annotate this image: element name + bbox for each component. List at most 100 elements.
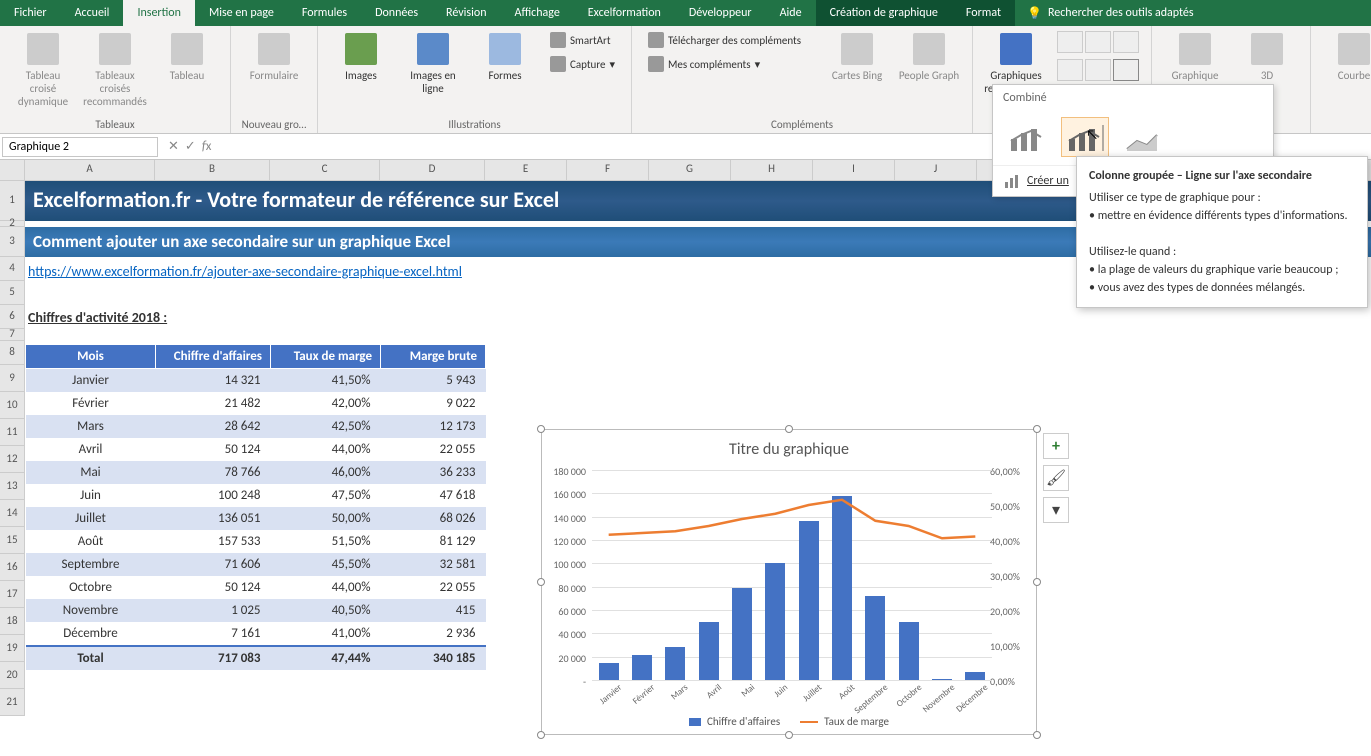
images-button[interactable]: Images: [326, 29, 396, 86]
chart-type-column-icon[interactable]: [1057, 31, 1083, 53]
chart-type-stat-icon[interactable]: [1085, 59, 1111, 81]
smartart-button[interactable]: SmartArt: [546, 29, 619, 51]
sparkline-line-button[interactable]: Courbe: [1319, 29, 1371, 86]
chart-type-hier-icon[interactable]: [1057, 59, 1083, 81]
row-header-10[interactable]: 10: [0, 392, 25, 419]
cancel-formula-icon[interactable]: ✕: [168, 139, 179, 154]
line-series[interactable]: [609, 500, 976, 539]
col-header-G[interactable]: G: [649, 160, 731, 181]
combo-tooltip: Colonne groupée – Ligne sur l'axe second…: [1076, 156, 1368, 308]
table-row: Juillet136 05150,00%68 026: [26, 507, 486, 530]
row-header-3[interactable]: 3: [0, 227, 25, 257]
col-header-D[interactable]: D: [380, 160, 485, 181]
tab-format[interactable]: Format: [952, 0, 1015, 26]
row-header-7[interactable]: 7: [0, 329, 25, 341]
chart-type-combo-icon[interactable]: [1113, 59, 1139, 81]
table-row: Novembre1 02540,50%415: [26, 599, 486, 622]
select-all-corner[interactable]: [0, 160, 25, 181]
combo-option-3[interactable]: [1119, 117, 1167, 157]
row-header-5[interactable]: 5: [0, 281, 25, 305]
images-online-button[interactable]: Images en ligne: [398, 29, 468, 99]
paintbrush-icon: 🖌: [1046, 468, 1066, 488]
table-row: Avril50 12444,00%22 055: [26, 438, 486, 461]
embedded-chart[interactable]: Titre du graphique 180 000160 000140 000…: [541, 429, 1037, 735]
row-header-9[interactable]: 9: [0, 365, 25, 392]
tab-accueil[interactable]: Accueil: [61, 0, 124, 26]
row-header-19[interactable]: 19: [0, 635, 25, 662]
chart-type-line-icon[interactable]: [1085, 31, 1111, 53]
tab-revision[interactable]: Révision: [432, 0, 500, 26]
fx-icon[interactable]: fx: [202, 139, 212, 154]
table-row: Mai78 76646,00%36 233: [26, 461, 486, 484]
table-button[interactable]: Tableau: [152, 29, 222, 86]
form-button[interactable]: Formulaire: [239, 29, 309, 86]
row-header-13[interactable]: 13: [0, 473, 25, 500]
plot-area[interactable]: [592, 470, 992, 680]
primary-y-axis: 180 000160 000140 000120 000100 00080 00…: [542, 470, 590, 680]
capture-button[interactable]: Capture ▾: [546, 53, 619, 75]
row-header-17[interactable]: 17: [0, 581, 25, 608]
bing-maps-button[interactable]: Cartes Bing: [822, 29, 892, 86]
tab-insertion[interactable]: Insertion: [123, 0, 195, 26]
row-header-12[interactable]: 12: [0, 446, 25, 473]
tab-creation-graphique[interactable]: Création de graphique: [816, 0, 952, 26]
row-header-14[interactable]: 14: [0, 500, 25, 527]
tell-me-search[interactable]: 💡 Rechercher des outils adaptés: [1015, 0, 1206, 26]
my-addins-button[interactable]: Mes compléments ▾: [644, 53, 816, 75]
row-header-11[interactable]: 11: [0, 419, 25, 446]
col-header-B[interactable]: B: [155, 160, 270, 181]
3d-map-button[interactable]: 3D: [1232, 29, 1302, 86]
table-header: Taux de marge: [271, 345, 381, 369]
row-header-21[interactable]: 21: [0, 689, 25, 716]
row-header-8[interactable]: 8: [0, 341, 25, 365]
col-header-I[interactable]: I: [813, 160, 895, 181]
name-box[interactable]: [2, 137, 158, 157]
tab-affichage[interactable]: Affichage: [501, 0, 574, 26]
group-tables-label: Tableaux: [8, 118, 222, 133]
tab-fichier[interactable]: Fichier: [0, 0, 61, 26]
tab-developpeur[interactable]: Développeur: [675, 0, 766, 26]
shapes-button[interactable]: Formes: [470, 29, 540, 86]
chart-elements-button[interactable]: +: [1043, 433, 1069, 459]
tutorial-link[interactable]: https://www.excelformation.fr/ajouter-ax…: [28, 263, 462, 280]
row-header-16[interactable]: 16: [0, 554, 25, 581]
recommended-pivot-button[interactable]: Tableaux croisés recommandés: [80, 29, 150, 113]
chart-filters-button[interactable]: ▾: [1043, 497, 1069, 523]
group-addins-label: Compléments: [640, 118, 964, 133]
chart-type-map-icon[interactable]: [1113, 31, 1139, 53]
chart-styles-button[interactable]: 🖌: [1043, 465, 1069, 491]
accept-formula-icon[interactable]: ✓: [185, 139, 196, 154]
people-graph-button[interactable]: People Graph: [894, 29, 964, 86]
tab-mise-en-page[interactable]: Mise en page: [195, 0, 288, 26]
col-header-H[interactable]: H: [731, 160, 813, 181]
table-header: Mois: [26, 345, 156, 369]
row-header-1[interactable]: 1: [0, 181, 25, 221]
chart-legend[interactable]: Chiffre d'affaires Taux de marge: [542, 715, 1036, 728]
table-row: Mars28 64242,50%12 173: [26, 415, 486, 438]
ribbon-tabs: Fichier Accueil Insertion Mise en page F…: [0, 0, 1371, 26]
data-table: MoisChiffre d'affairesTaux de margeMarge…: [25, 344, 486, 670]
pivot-table-button[interactable]: Tableau croisé dynamique: [8, 29, 78, 113]
col-header-C[interactable]: C: [270, 160, 380, 181]
group-sparklines-label: …s sparkline: [1319, 118, 1371, 133]
row-header-4[interactable]: 4: [0, 257, 25, 281]
col-header-J[interactable]: J: [895, 160, 977, 181]
tab-formules[interactable]: Formules: [288, 0, 361, 26]
row-header-18[interactable]: 18: [0, 608, 25, 635]
download-addins-button[interactable]: Télécharger des compléments: [644, 29, 816, 51]
table-row: Janvier14 32141,50%5 943: [26, 369, 486, 393]
combo-option-1[interactable]: [1003, 117, 1051, 157]
table-row: Août157 53351,50%81 129: [26, 530, 486, 553]
tab-aide[interactable]: Aide: [766, 0, 816, 26]
row-header-20[interactable]: 20: [0, 662, 25, 689]
combo-option-secondary-axis[interactable]: ↖: [1061, 117, 1109, 157]
tab-donnees[interactable]: Données: [361, 0, 432, 26]
col-header-A[interactable]: A: [25, 160, 155, 181]
funnel-icon: ▾: [1052, 500, 1060, 520]
row-header-15[interactable]: 15: [0, 527, 25, 554]
col-header-E[interactable]: E: [485, 160, 567, 181]
row-header-6[interactable]: 6: [0, 305, 25, 329]
chart-title[interactable]: Titre du graphique: [542, 430, 1036, 465]
tab-excelformation[interactable]: Excelformation: [574, 0, 675, 26]
col-header-F[interactable]: F: [567, 160, 649, 181]
